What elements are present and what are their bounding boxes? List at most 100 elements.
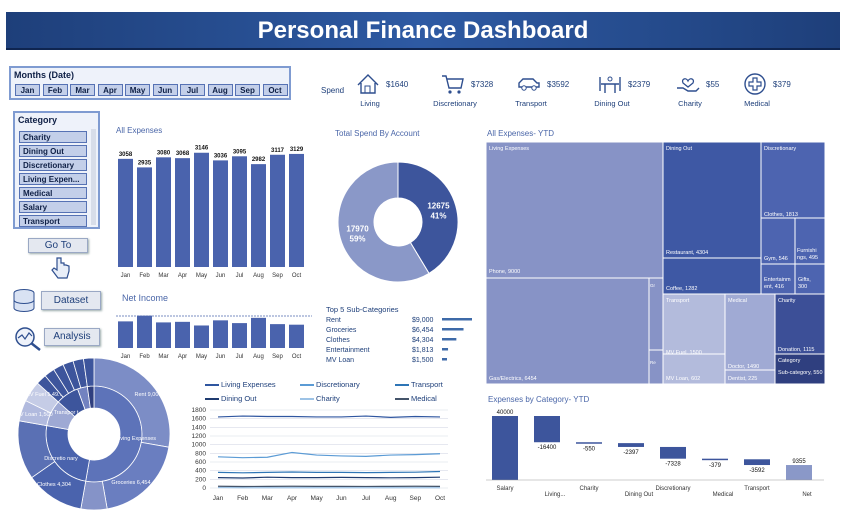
treemap-discretionary-label: Discretionary [764, 146, 796, 152]
net-income-bar [289, 324, 304, 348]
month-button[interactable]: Sep [235, 84, 260, 96]
sunburst-label: Living Expenses [116, 436, 156, 442]
svg-text:300: 300 [798, 284, 807, 290]
kpi-label: Living [360, 99, 380, 108]
top5-value: $6,454 [412, 327, 434, 334]
page-title: Personal Finance Dashboard [257, 17, 589, 44]
expense-bar [289, 153, 304, 267]
treemap-gas-label: Gas/Electrics, 6454 [489, 376, 537, 382]
waterfall-category: Salary [496, 486, 513, 492]
x-tick: Apr [287, 495, 298, 502]
category-button[interactable]: Medical [19, 187, 87, 199]
top5-value: $4,304 [412, 337, 434, 344]
expense-bar-label: 3036 [214, 153, 228, 159]
kpi-value: $379 [773, 80, 791, 89]
expense-bar [137, 167, 152, 267]
category-button[interactable]: Living Expen... [19, 173, 87, 185]
net-income-bar [175, 321, 190, 348]
net-income-chart: Jan Feb Mar Apr May Jun Jul Aug Sep Oct [116, 315, 312, 360]
waterfall-bar [744, 459, 770, 466]
month-button[interactable]: Jan [15, 84, 40, 96]
category-button[interactable]: Salary [19, 201, 87, 213]
net-income-bar [213, 320, 228, 348]
top5-category: MV Loan [326, 357, 354, 364]
month-button[interactable]: Aug [207, 84, 233, 96]
top5-bar [442, 358, 447, 361]
treemap-living-label: Living Expenses [489, 146, 529, 152]
x-tick: May [311, 495, 324, 502]
series-line [217, 415, 441, 418]
dataset-button[interactable]: Dataset [41, 291, 101, 310]
treemap-gym-label: Gym, 546 [764, 256, 788, 262]
x-tick: Oct [435, 495, 445, 502]
month-tick: May [196, 354, 207, 360]
waterfall-value: -2397 [623, 450, 639, 456]
kpi-label: Transport [515, 99, 547, 108]
category-button[interactable]: Charity [19, 131, 87, 143]
category-button[interactable]: Discretionary [19, 159, 87, 171]
sunburst-label: Transpor t [54, 410, 79, 416]
waterfall-value: -550 [583, 447, 596, 453]
database-icon [13, 289, 35, 312]
expense-bar [270, 154, 285, 267]
expense-bar [175, 158, 190, 267]
month-button[interactable]: Jul [180, 84, 205, 96]
y-tick: 1600 [192, 416, 207, 423]
net-income-bar [118, 321, 133, 348]
treemap-coffee-label: Coffee, 1282 [666, 286, 697, 292]
dining-table-icon [597, 71, 623, 99]
legend-label: Medical [411, 394, 437, 403]
top5-category: Rent [326, 317, 341, 324]
treemap-legend-cat: Category [778, 358, 801, 364]
month-tick: Sep [272, 273, 283, 279]
month-button[interactable]: May [125, 84, 150, 96]
month-tick: Aug [253, 273, 264, 279]
goto-button[interactable]: Go To [28, 238, 88, 253]
month-button[interactable]: Apr [97, 84, 123, 96]
top5-category: Groceries [326, 327, 357, 334]
waterfall-bar [534, 416, 560, 443]
treemap-re-label: Re [650, 360, 656, 365]
expense-bar [232, 156, 247, 267]
x-tick: Feb [237, 495, 249, 502]
x-tick: Sep [410, 495, 422, 502]
month-tick: Mar [158, 273, 168, 279]
month-button[interactable]: Oct [262, 84, 288, 96]
sunburst-label: Clothes 4,304 [37, 482, 71, 488]
category-button[interactable]: Transport [19, 215, 87, 227]
waterfall-category: Transport [744, 486, 770, 492]
kpi-value: $1640 [386, 80, 409, 89]
category-button[interactable]: Dining Out [19, 145, 87, 157]
treemap-dentist-label: Dentist, 225 [728, 376, 757, 382]
legend-swatch [300, 384, 314, 386]
net-income-title: Net Income [122, 293, 169, 303]
month-button[interactable]: Feb [42, 84, 68, 96]
treemap-restaurant-label: Restaurant, 4304 [666, 250, 708, 256]
expenses-sunburst: Rent 9,000 Living Expenses Groceries 6,454… [16, 357, 171, 511]
month-tick: Jan [121, 273, 131, 279]
car-icon [516, 71, 542, 99]
analysis-button[interactable]: Analysis [44, 328, 100, 346]
donut-pct-label: 59% [350, 234, 366, 243]
waterfall-bar [702, 458, 728, 461]
x-tick: Mar [262, 495, 274, 502]
waterfall-value: -379 [709, 463, 722, 469]
medical-cross-icon [742, 71, 768, 99]
kpi-spend-label: Spend [321, 86, 345, 95]
legend-swatch [395, 384, 409, 386]
expense-bar-label: 3095 [233, 149, 247, 155]
month-button[interactable]: Jun [152, 84, 178, 96]
month-tick: Oct [292, 354, 302, 360]
waterfall-bar [660, 446, 686, 459]
month-button[interactable]: Mar [70, 84, 95, 96]
month-tick: Apr [178, 273, 187, 279]
top5-value: $9,000 [412, 317, 434, 324]
expense-bar [118, 158, 133, 267]
kpi-value: $2379 [628, 80, 651, 89]
kpi-label: Discretionary [433, 99, 477, 108]
legend-label: Charity [316, 394, 340, 403]
slicer-scrollbar[interactable] [91, 129, 96, 225]
x-tick: Jul [362, 495, 371, 502]
dashboard-header: Personal Finance Dashboard [6, 12, 840, 50]
y-tick: 400 [195, 468, 206, 475]
